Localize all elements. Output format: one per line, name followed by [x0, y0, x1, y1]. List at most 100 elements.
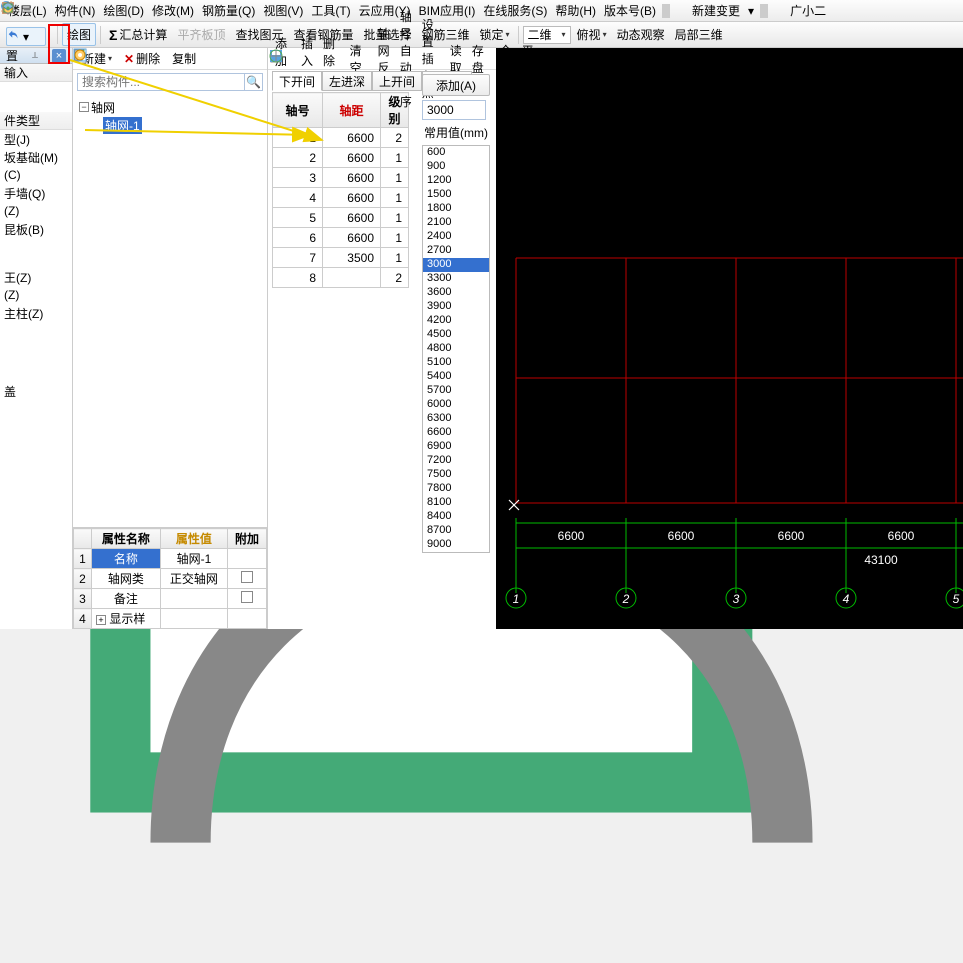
- copy-button[interactable]: 复制: [168, 48, 200, 69]
- value-input[interactable]: [422, 100, 486, 120]
- common-value-item[interactable]: 6600: [423, 426, 489, 440]
- cell[interactable]: 1: [381, 188, 409, 208]
- pin-icon[interactable]: ⟂: [32, 50, 38, 61]
- type-item[interactable]: (C): [0, 166, 72, 184]
- checkbox[interactable]: [241, 591, 253, 603]
- cell[interactable]: 1: [381, 148, 409, 168]
- common-value-item[interactable]: 2400: [423, 230, 489, 244]
- type-item[interactable]: 型(J): [0, 130, 72, 148]
- common-value-item[interactable]: 3600: [423, 286, 489, 300]
- tree-collapse-icon[interactable]: −: [79, 102, 89, 112]
- cell[interactable]: 1: [381, 228, 409, 248]
- cell[interactable]: 3: [273, 168, 323, 188]
- prop-name[interactable]: 备注: [92, 589, 161, 609]
- cell[interactable]: 5: [273, 208, 323, 228]
- cell[interactable]: 1: [381, 208, 409, 228]
- cell[interactable]: 6600: [323, 228, 381, 248]
- type-item[interactable]: (Z): [0, 286, 72, 304]
- common-value-item[interactable]: 4500: [423, 328, 489, 342]
- prop-value[interactable]: 正交轴网: [160, 569, 227, 589]
- axis-table: 轴号轴距级别 166002 266001 366001 466001 56600…: [272, 92, 409, 288]
- cell[interactable]: 6600: [323, 188, 381, 208]
- cell[interactable]: 6600: [323, 208, 381, 228]
- cell[interactable]: 2: [381, 268, 409, 288]
- common-value-item[interactable]: 4800: [423, 342, 489, 356]
- common-value-item[interactable]: 8700: [423, 524, 489, 538]
- prop-name[interactable]: 名称: [92, 549, 161, 569]
- delete-button[interactable]: ✕删除: [120, 48, 164, 69]
- common-value-item[interactable]: 8400: [423, 510, 489, 524]
- common-value-item[interactable]: 6300: [423, 412, 489, 426]
- common-value-item[interactable]: 900: [423, 160, 489, 174]
- panel-title: 置: [6, 47, 18, 64]
- tab-left-depth[interactable]: 左进深: [322, 71, 372, 91]
- left-panel: 置⟂× 输入 件类型 型(J) 坂基础(M) (C) 手墙(Q) (Z) 昆板(…: [0, 48, 72, 629]
- common-label: 常用值(mm): [418, 120, 494, 145]
- tree-root[interactable]: 轴网: [91, 99, 115, 116]
- cell[interactable]: 4: [273, 188, 323, 208]
- component-tree: − 轴网 轴网-1: [73, 94, 267, 138]
- prop-name[interactable]: + 显示样: [92, 609, 161, 629]
- cell[interactable]: 6600: [323, 168, 381, 188]
- common-value-item[interactable]: 2100: [423, 216, 489, 230]
- cell[interactable]: 1: [381, 168, 409, 188]
- prop-value[interactable]: [160, 589, 227, 609]
- type-item[interactable]: (Z): [0, 202, 72, 220]
- type-item[interactable]: 昆板(B): [0, 220, 72, 238]
- cell[interactable]: 1: [381, 248, 409, 268]
- prop-value[interactable]: 轴网-1: [160, 549, 227, 569]
- axis-label: 1: [513, 592, 520, 606]
- common-value-item[interactable]: 7500: [423, 468, 489, 482]
- add-value-button[interactable]: 添加(A): [422, 74, 490, 96]
- cell[interactable]: 6600: [323, 148, 381, 168]
- common-value-item[interactable]: 600: [423, 146, 489, 160]
- type-item[interactable]: 手墙(Q): [0, 184, 72, 202]
- tab-top-bay[interactable]: 上开间: [372, 71, 422, 91]
- type-item[interactable]: 盖: [0, 382, 72, 400]
- common-value-item[interactable]: 6900: [423, 440, 489, 454]
- type-item[interactable]: 主柱(Z): [0, 304, 72, 322]
- common-value-item[interactable]: 3000: [423, 258, 489, 272]
- axis-label: 3: [733, 592, 740, 606]
- common-value-item[interactable]: 3300: [423, 272, 489, 286]
- checkbox[interactable]: [241, 571, 253, 583]
- common-value-item[interactable]: 2700: [423, 244, 489, 258]
- cell[interactable]: 6600: [323, 128, 381, 148]
- cell[interactable]: 2: [381, 128, 409, 148]
- common-value-item[interactable]: 9000: [423, 538, 489, 552]
- axis-label: 4: [843, 592, 850, 606]
- cell[interactable]: 6: [273, 228, 323, 248]
- common-value-item[interactable]: 3900: [423, 300, 489, 314]
- search-icon[interactable]: 🔍: [245, 73, 263, 91]
- search-input[interactable]: [77, 73, 245, 91]
- cell[interactable]: 8: [273, 268, 323, 288]
- common-value-item[interactable]: 8100: [423, 496, 489, 510]
- common-value-item[interactable]: 7200: [423, 454, 489, 468]
- type-item[interactable]: 坂基础(M): [0, 148, 72, 166]
- cell[interactable]: 2: [273, 148, 323, 168]
- gear-icon: [73, 48, 87, 62]
- property-grid: 属性名称属性值附加 1名称轴网-1 2轴网类正交轴网 3备注 4+ 显示样: [73, 527, 267, 629]
- cell[interactable]: 3500: [323, 248, 381, 268]
- common-value-item[interactable]: 1800: [423, 202, 489, 216]
- common-value-item[interactable]: 1500: [423, 188, 489, 202]
- cell[interactable]: 1: [273, 128, 323, 148]
- type-item[interactable]: 王(Z): [0, 268, 72, 286]
- cell[interactable]: 7: [273, 248, 323, 268]
- tree-item[interactable]: 轴网-1: [103, 117, 142, 134]
- cell[interactable]: [323, 268, 381, 288]
- common-value-item[interactable]: 5100: [423, 356, 489, 370]
- undo-button[interactable]: ▾: [6, 27, 46, 46]
- common-value-item[interactable]: 1200: [423, 174, 489, 188]
- tab-bottom-bay[interactable]: 下开间: [272, 71, 322, 91]
- drawing-canvas[interactable]: 6600 6600 6600 6600 43100 1 2 3 4 5: [496, 48, 963, 629]
- common-value-item[interactable]: 6000: [423, 398, 489, 412]
- prop-name[interactable]: 轴网类: [92, 569, 161, 589]
- common-value-item[interactable]: 7800: [423, 482, 489, 496]
- menu-bar: 楼层(L) 构件(N) 绘图(D) 修改(M) 钢筋量(Q) 视图(V) 工具(…: [0, 0, 963, 22]
- common-value-item[interactable]: 5400: [423, 370, 489, 384]
- common-value-item[interactable]: 4200: [423, 314, 489, 328]
- common-list[interactable]: 6009001200150018002100240027003000330036…: [422, 145, 490, 553]
- common-value-item[interactable]: 5700: [423, 384, 489, 398]
- dim-label: 6600: [778, 529, 805, 543]
